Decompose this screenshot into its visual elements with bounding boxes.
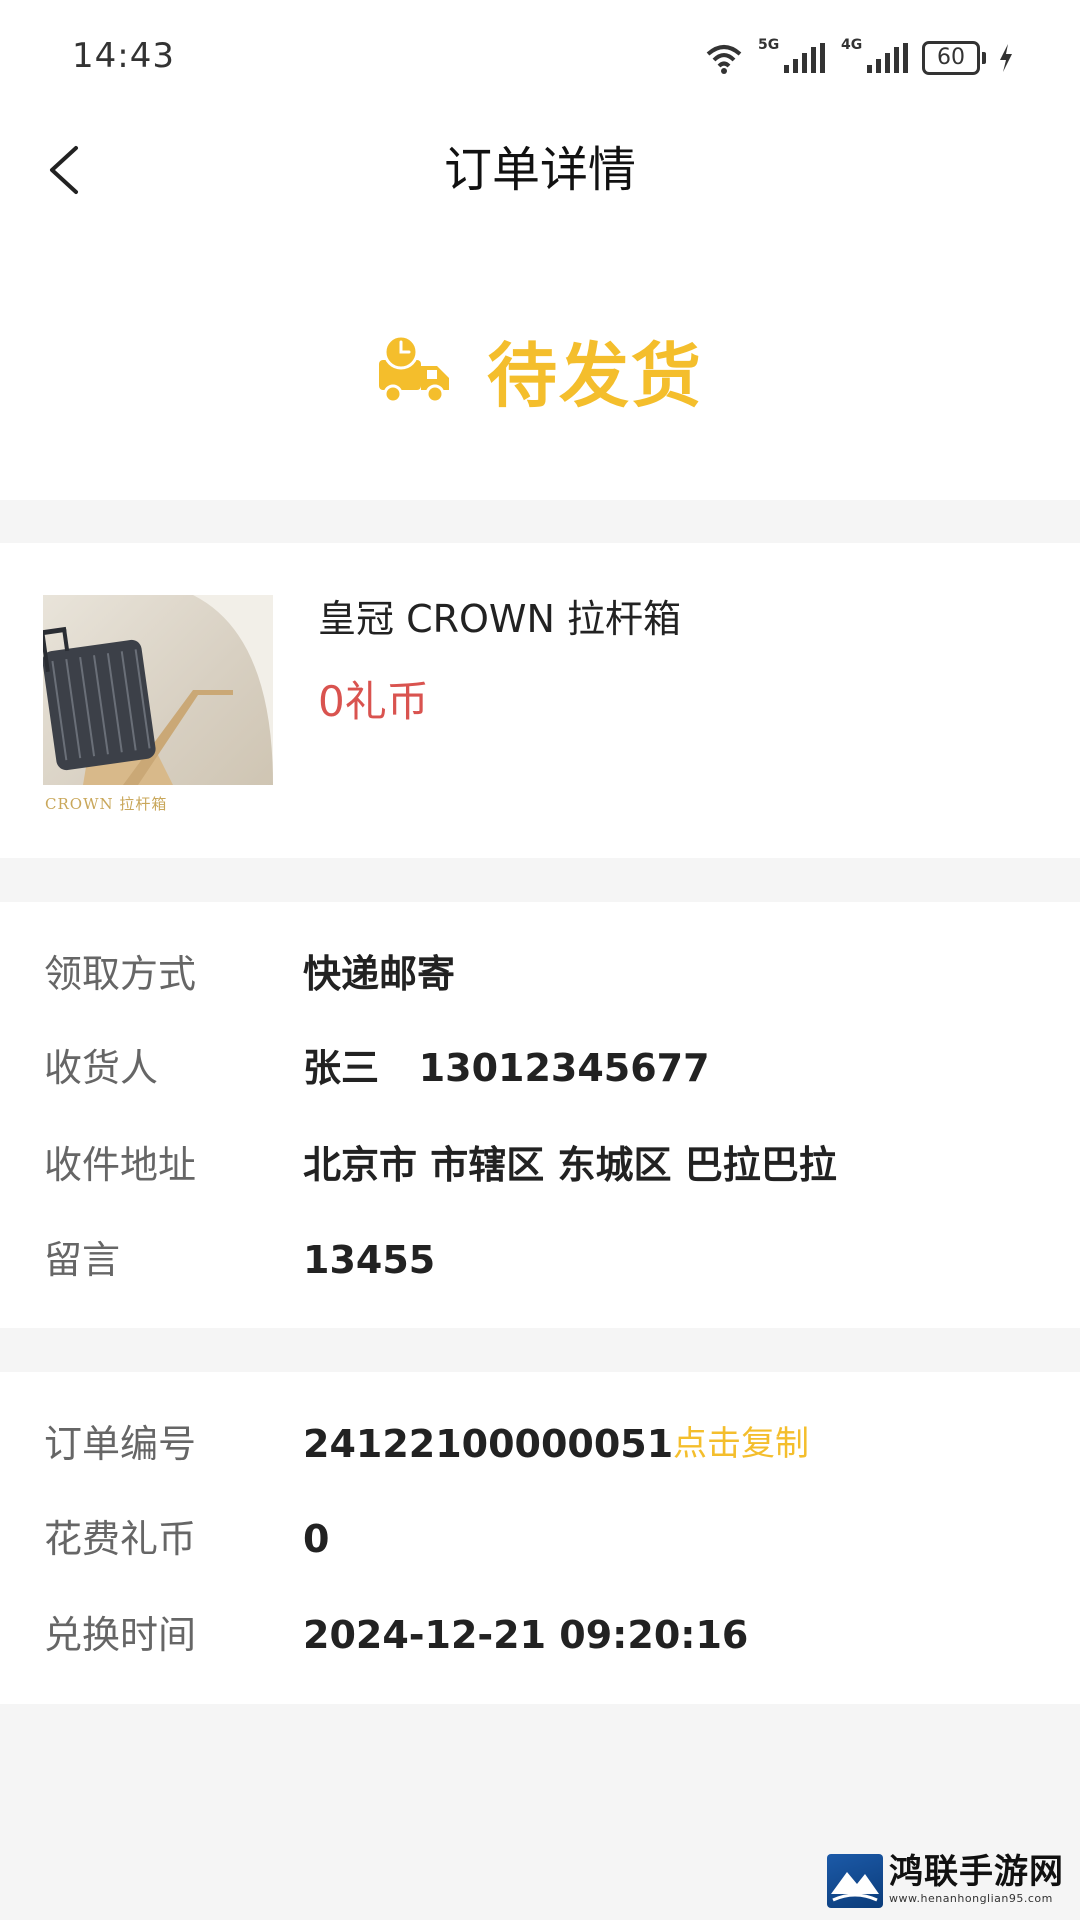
info-row-delivery-method: 领取方式 快递邮寄 — [0, 944, 1080, 1004]
row-label: 领取方式 — [44, 952, 197, 996]
watermark-logo-icon — [827, 1854, 883, 1908]
charging-bolt-icon — [1000, 44, 1012, 72]
row-value: 快递邮寄 — [303, 952, 456, 996]
status-icons: 5G 4G 60 — [704, 36, 1014, 80]
row-label: 兑换时间 — [44, 1613, 197, 1657]
cellular-signal-2-icon: 4G — [841, 37, 908, 73]
row-label: 收货人 — [44, 1046, 159, 1090]
header-bar: 订单详情 — [0, 110, 1080, 230]
battery-indicator: 60 — [922, 41, 986, 75]
info-row-order-number: 订单编号 24122100000051 点击复制 — [0, 1414, 1080, 1474]
product-name: 皇冠 CROWN 拉杆箱 — [318, 597, 682, 641]
info-row-address: 收件地址 北京市 市辖区 东城区 巴拉巴拉 — [0, 1135, 1080, 1195]
cellular-signal-1-icon: 5G — [758, 37, 825, 73]
info-row-message: 留言 13455 — [0, 1230, 1080, 1290]
info-row-recipient: 收货人 张三 13012345677 — [0, 1038, 1080, 1098]
row-value: 2024-12-21 09:20:16 — [303, 1613, 749, 1657]
shipping-info-section: 领取方式 快递邮寄 收货人 张三 13012345677 收件地址 北京市 市辖… — [0, 902, 1080, 1328]
wifi-icon — [706, 45, 742, 74]
row-value: 13455 — [303, 1238, 436, 1282]
status-bar: 14:43 5G 4G 60 — [0, 0, 1080, 110]
status-time: 14:43 — [72, 36, 175, 76]
order-status-banner: 待发货 — [0, 230, 1080, 500]
copy-order-number-button[interactable]: 点击复制 — [673, 1414, 809, 1474]
row-label: 花费礼币 — [44, 1517, 197, 1561]
row-value: 张三 13012345677 — [303, 1046, 710, 1090]
row-label: 留言 — [44, 1238, 121, 1282]
site-watermark: 鸿联手游网 www.henanhonglian95.com — [827, 1852, 1072, 1912]
watermark-text: 鸿联手游网 — [889, 1852, 1064, 1892]
watermark-url: www.henanhonglian95.com — [889, 1892, 1053, 1905]
order-status-text: 待发货 — [487, 334, 703, 417]
product-image-caption: CROWN 拉杆箱 — [45, 795, 168, 813]
order-info-section: 订单编号 24122100000051 点击复制 花费礼币 0 兑换时间 202… — [0, 1372, 1080, 1704]
info-row-exchange-time: 兑换时间 2024-12-21 09:20:16 — [0, 1605, 1080, 1665]
product-image — [43, 595, 273, 785]
row-value: 北京市 市辖区 东城区 巴拉巴拉 — [303, 1143, 837, 1187]
row-label: 订单编号 — [44, 1422, 197, 1466]
row-value: 0 — [303, 1517, 330, 1561]
row-label: 收件地址 — [44, 1143, 197, 1187]
suitcase-illustration — [43, 595, 273, 785]
info-row-cost: 花费礼币 0 — [0, 1509, 1080, 1569]
delivery-truck-clock-icon — [379, 334, 449, 404]
product-card[interactable]: CROWN 拉杆箱 皇冠 CROWN 拉杆箱 0礼币 — [0, 543, 1080, 858]
product-price: 0礼币 — [318, 677, 429, 726]
row-value: 24122100000051 — [303, 1422, 674, 1466]
page-title: 订单详情 — [443, 142, 636, 198]
